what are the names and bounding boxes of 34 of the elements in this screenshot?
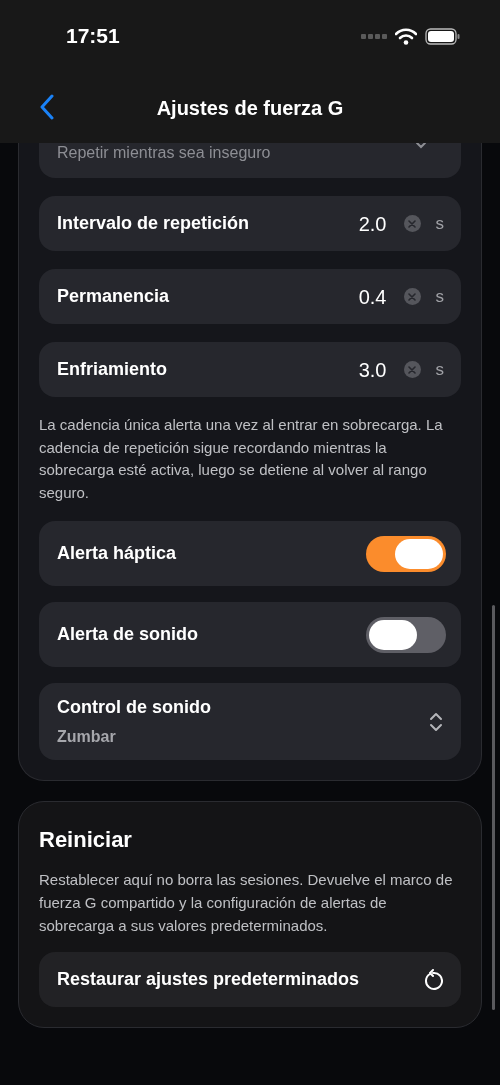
close-icon — [408, 365, 416, 374]
picker-value: Zumbar — [57, 727, 117, 747]
toggle-label: Alerta de sonido — [57, 623, 199, 646]
chevron-left-icon — [38, 94, 56, 120]
toggle-label: Alerta háptica — [57, 542, 177, 565]
section-title: Reiniciar — [39, 826, 133, 854]
number-field[interactable]: 0.4 — [326, 281, 387, 312]
unit-label: s — [435, 358, 444, 381]
field-label: Permanencia — [57, 285, 171, 308]
field-label: Enfriamiento — [57, 358, 168, 381]
number-field[interactable]: 2.0 — [326, 208, 387, 239]
nav-title: Ajustes de fuerza G — [156, 95, 344, 121]
toggle-switch[interactable] — [366, 535, 446, 572]
sound-picker[interactable]: Control de sonido Zumbar — [39, 683, 461, 760]
wifi-icon — [395, 27, 417, 45]
reset-description: Restablecer aquí no borra las sesiones. Devuelve el marco de fuerza G compartido y la configuración de alertas de sobrecarga a sus valores predeterminados. — [39, 870, 454, 936]
unit-label: s — [435, 285, 444, 308]
cadence-value: Repetir mientras sea inseguro — [57, 143, 271, 163]
chevron-icon — [415, 143, 427, 149]
field-label: Intervalo de repetición — [57, 212, 251, 235]
reset-icon — [423, 968, 443, 991]
battery-icon — [425, 27, 460, 45]
status-time: 17:51 — [66, 23, 120, 50]
close-icon — [408, 292, 416, 301]
number-field[interactable]: 3.0 — [326, 354, 387, 385]
signal-icon — [361, 33, 387, 39]
picker-label: Control de sonido — [57, 696, 211, 719]
toggle-switch[interactable] — [366, 616, 446, 653]
cadence-picker[interactable]: Repetir mientras sea inseguro — [39, 143, 461, 178]
close-icon — [408, 219, 416, 228]
cadence-note: La cadencia única alerta una vez al entrar en sobrecarga. La cadencia de repetición sigue recordando mientras la sobrecarga esté activa, luego se detiene al volver al rango seguro. — [39, 415, 444, 503]
restore-defaults-button[interactable]: Restaurar ajustes predeterminados — [39, 952, 461, 1007]
chevron-up-down-icon — [429, 711, 443, 732]
unit-label: s — [435, 212, 444, 235]
